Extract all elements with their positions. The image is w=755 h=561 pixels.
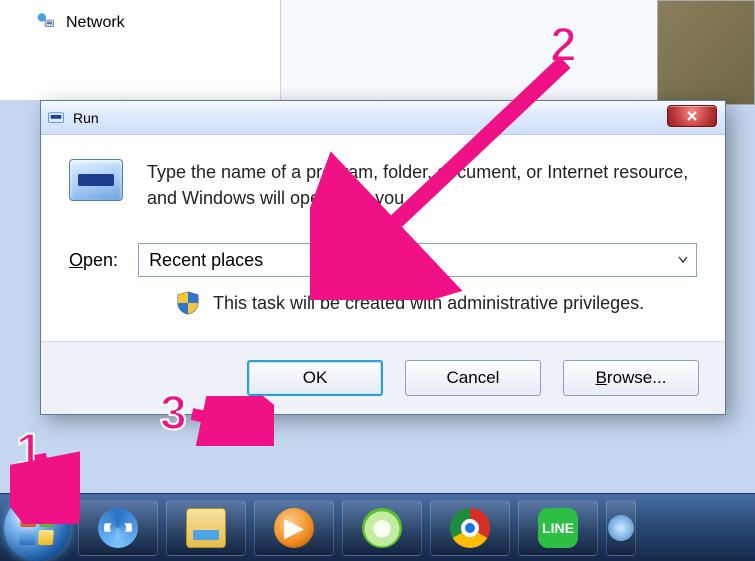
close-button[interactable]: [667, 105, 717, 127]
dialog-button-row: OK Cancel Browse...: [41, 341, 725, 414]
ie-icon: [98, 508, 138, 548]
taskbar-extra[interactable]: [606, 500, 636, 556]
network-icon: [36, 10, 56, 35]
taskbar-internet-explorer[interactable]: [78, 500, 158, 556]
admin-privileges-text: This task will be created with administr…: [213, 293, 644, 314]
browse-button[interactable]: Browse...: [563, 360, 699, 396]
app-icon: [608, 515, 634, 541]
ok-button[interactable]: OK: [247, 360, 383, 396]
dialog-titlebar[interactable]: Run: [41, 101, 725, 135]
run-system-icon: [47, 109, 65, 127]
run-dialog: Run Type the name of a program, folder, …: [40, 100, 726, 415]
chevron-down-icon: [678, 256, 688, 264]
close-icon: [686, 110, 698, 122]
taskbar-chrome[interactable]: [430, 500, 510, 556]
preview-image: [657, 0, 755, 105]
windows-logo-icon: [19, 511, 55, 545]
taskbar-file-explorer[interactable]: [166, 500, 246, 556]
dialog-body: Type the name of a program, folder, docu…: [41, 135, 725, 341]
play-icon: ▶: [274, 508, 314, 548]
desktop-column: [280, 0, 660, 105]
taskbar-torrent[interactable]: [342, 500, 422, 556]
taskbar-line[interactable]: LINE: [518, 500, 598, 556]
cancel-button[interactable]: Cancel: [405, 360, 541, 396]
run-dialog-icon: [69, 159, 123, 201]
sidebar-item-network[interactable]: Network: [36, 10, 125, 35]
open-label: Open:: [69, 250, 118, 271]
run-instruction-text: Type the name of a program, folder, docu…: [147, 159, 697, 211]
chrome-icon: [450, 508, 490, 548]
utorrent-icon: [362, 508, 402, 548]
taskbar-media-player[interactable]: ▶: [254, 500, 334, 556]
folder-icon: [186, 508, 226, 548]
dialog-title: Run: [73, 110, 99, 126]
open-input[interactable]: [139, 250, 670, 271]
network-label: Network: [66, 14, 125, 32]
start-button[interactable]: [4, 495, 70, 561]
open-combo[interactable]: [138, 243, 697, 277]
line-icon: LINE: [538, 508, 578, 548]
annotation-1: 1: [16, 424, 43, 479]
taskbar: ▶ LINE: [0, 493, 755, 561]
combo-dropdown-button[interactable]: [670, 256, 696, 264]
uac-shield-icon: [177, 291, 199, 315]
